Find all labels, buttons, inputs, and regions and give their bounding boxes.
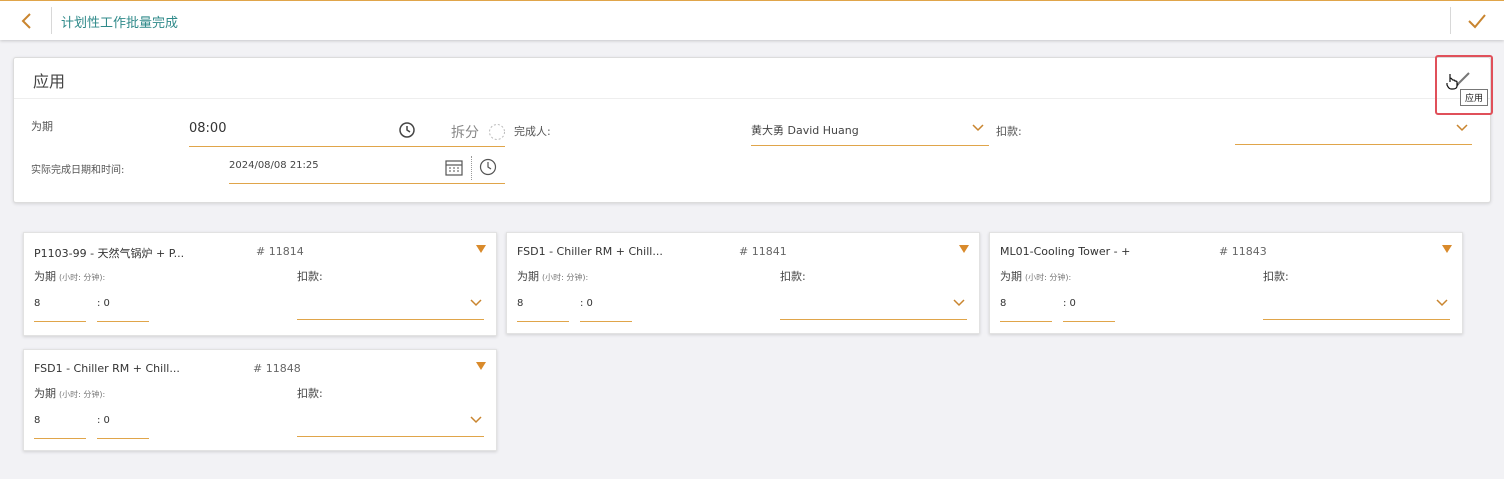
- deduction-underline: [780, 319, 967, 320]
- clock-icon[interactable]: [479, 158, 497, 176]
- hours-input[interactable]: 8: [34, 298, 40, 309]
- chevron-left-icon: [21, 13, 31, 29]
- minutes-input[interactable]: : 0: [97, 298, 110, 309]
- minutes-underline: [97, 321, 149, 322]
- deduction-underline: [1235, 144, 1472, 145]
- divider: [51, 7, 52, 34]
- deduction-underline: [297, 319, 484, 320]
- duration-label-text: 为期: [1000, 270, 1022, 283]
- duration-label-text: 为期: [34, 270, 56, 283]
- card-title: FSD1 - Chiller RM + Chill...: [517, 245, 663, 258]
- card-title: FSD1 - Chiller RM + Chill...: [34, 362, 180, 375]
- deduction-label: 扣款:: [297, 387, 323, 400]
- chevron-down-icon[interactable]: [972, 124, 984, 132]
- deduction-label: 扣款:: [996, 125, 1022, 138]
- deduction-underline: [1263, 319, 1450, 320]
- duration-input[interactable]: 08:00: [189, 121, 226, 136]
- chevron-down-icon[interactable]: [1436, 299, 1448, 307]
- duration-underline: [189, 146, 505, 147]
- hours-input[interactable]: 8: [1000, 298, 1006, 309]
- duration-label-text: 为期: [34, 387, 56, 400]
- apply-panel: 应用 为期 08:00 拆分 完成人: 黄大勇 David Huang 扣款: …: [13, 57, 1491, 203]
- expand-triangle-icon[interactable]: [1442, 245, 1452, 253]
- divider: [471, 156, 473, 180]
- card-number: # 11843: [1219, 245, 1267, 258]
- duration-label: 为期 (小时: 分钟):: [34, 385, 105, 401]
- duration-hint: (小时: 分钟):: [59, 273, 106, 282]
- duration-hint: (小时: 分钟):: [59, 390, 106, 399]
- completer-underline: [751, 145, 989, 146]
- expand-triangle-icon[interactable]: [476, 362, 486, 370]
- duration-label: 为期 (小时: 分钟):: [34, 268, 105, 284]
- expand-triangle-icon[interactable]: [959, 245, 969, 253]
- back-button[interactable]: [14, 9, 40, 33]
- hours-underline: [34, 321, 86, 322]
- work-order-card: FSD1 - Chiller RM + Chill... # 11841 为期(…: [506, 232, 980, 334]
- divider: [1450, 7, 1451, 34]
- deduction-label: 扣款:: [1263, 270, 1289, 283]
- split-label: 拆分: [451, 125, 479, 141]
- completer-select[interactable]: 黄大勇 David Huang: [751, 122, 859, 138]
- card-number: # 11841: [739, 245, 787, 258]
- check-icon: [1468, 14, 1486, 29]
- duration-hint: (小时: 分钟):: [542, 273, 589, 282]
- apply-button-highlight[interactable]: [1435, 55, 1493, 115]
- actual-datetime-input[interactable]: 2024/08/08 21:25: [229, 160, 319, 171]
- card-title: ML01-Cooling Tower - +: [1000, 245, 1131, 258]
- minutes-underline: [1063, 321, 1115, 322]
- expand-triangle-icon[interactable]: [476, 245, 486, 253]
- actual-datetime-label: 实际完成日期和时间:: [31, 165, 125, 176]
- hours-underline: [517, 321, 569, 322]
- card-number: # 11814: [256, 245, 304, 258]
- completer-label: 完成人:: [514, 125, 551, 138]
- hours-input[interactable]: 8: [34, 415, 40, 426]
- chevron-down-icon[interactable]: [470, 416, 482, 424]
- clock-refresh-icon[interactable]: [398, 121, 416, 139]
- duration-label: 为期 (小时: 分钟):: [1000, 268, 1071, 284]
- minutes-underline: [580, 321, 632, 322]
- duration-label: 为期 (小时: 分钟):: [517, 268, 588, 284]
- duration-label: 为期: [31, 120, 53, 133]
- panel-title: 应用: [33, 72, 66, 91]
- top-bar: 计划性工作批量完成: [0, 0, 1504, 40]
- chevron-down-icon[interactable]: [1456, 124, 1468, 132]
- minutes-input[interactable]: : 0: [580, 298, 593, 309]
- minutes-input[interactable]: : 0: [97, 415, 110, 426]
- page-title: 计划性工作批量完成: [61, 16, 179, 31]
- minutes-underline: [97, 438, 149, 439]
- minutes-input[interactable]: : 0: [1063, 298, 1076, 309]
- work-order-card: FSD1 - Chiller RM + Chill... # 11848 为期(…: [23, 349, 497, 451]
- divider: [14, 98, 1490, 99]
- work-order-card: ML01-Cooling Tower - + # 11843 为期 (小时: 分钟…: [989, 232, 1463, 334]
- deduction-label: 扣款:: [780, 270, 806, 283]
- actual-datetime-underline: [229, 183, 505, 184]
- confirm-button[interactable]: [1465, 9, 1489, 33]
- hours-underline: [34, 438, 86, 439]
- work-order-card: P1103-99 - 天然气锅炉 + P... # 11814 为期 (小时: 分…: [23, 232, 497, 336]
- duration-hint: (小时: 分钟):: [1025, 273, 1072, 282]
- split-toggle-icon[interactable]: [488, 123, 506, 141]
- chevron-down-icon[interactable]: [953, 299, 965, 307]
- duration-label-text: 为期: [517, 270, 539, 283]
- deduction-underline: [297, 436, 484, 437]
- calendar-icon[interactable]: [445, 158, 463, 176]
- card-number: # 11848: [253, 362, 301, 375]
- hours-input[interactable]: 8: [517, 298, 523, 309]
- deduction-label: 扣款:: [297, 270, 323, 283]
- hours-underline: [1000, 321, 1052, 322]
- chevron-down-icon[interactable]: [470, 299, 482, 307]
- card-title: P1103-99 - 天然气锅炉 + P...: [34, 247, 185, 260]
